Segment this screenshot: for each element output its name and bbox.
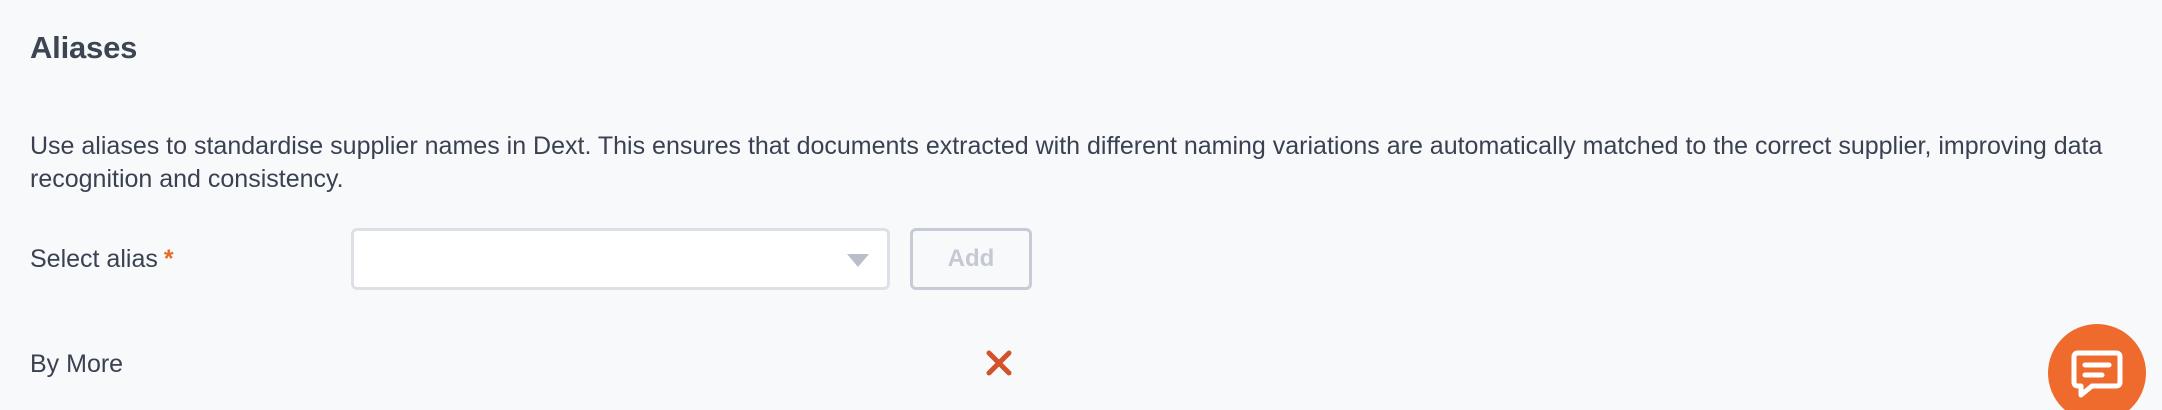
select-alias-label: Select alias *: [30, 244, 174, 274]
close-icon[interactable]: [982, 346, 1016, 380]
section-description: Use aliases to standardise supplier name…: [30, 132, 2103, 193]
required-marker: *: [163, 245, 174, 273]
aliases-page: Aliases Use aliases to standardise suppl…: [0, 0, 2162, 410]
alias-select[interactable]: [351, 228, 890, 290]
chat-icon: [2071, 350, 2123, 398]
chat-button[interactable]: [2048, 324, 2146, 410]
chevron-down-icon: [847, 254, 869, 267]
section-title: Aliases: [30, 30, 138, 65]
alias-list-item: By More: [30, 346, 1020, 386]
add-alias-button[interactable]: Add: [910, 228, 1032, 290]
select-alias-label-text: Select alias: [30, 245, 158, 273]
alias-name: By More: [30, 350, 124, 378]
